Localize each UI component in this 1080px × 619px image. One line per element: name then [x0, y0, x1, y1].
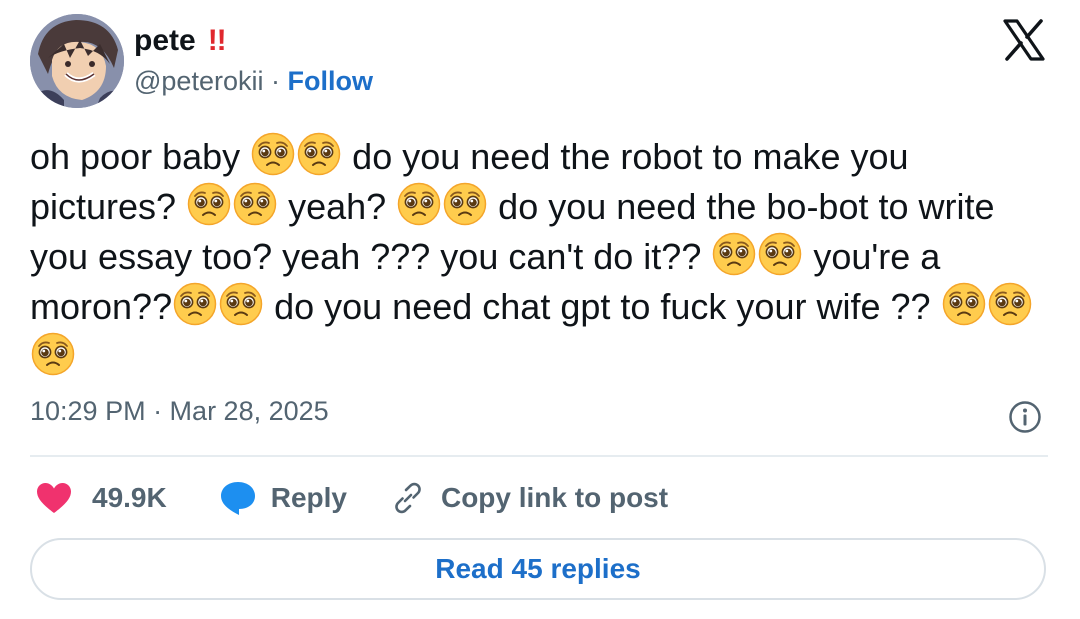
speech-bubble-icon [219, 480, 257, 516]
tweet-text-segment: yeah? [278, 186, 397, 227]
pleading-face-icon [942, 282, 986, 326]
pleading-face-icon [219, 282, 263, 326]
follow-button[interactable]: Follow [287, 66, 372, 96]
tweet-text: oh poor baby do you need the robot to ma… [30, 132, 1060, 382]
pleading-face-icon [443, 182, 487, 226]
display-name[interactable]: pete [134, 24, 196, 58]
action-bar: 49.9K Reply Copy link to post [36, 476, 668, 520]
heart-icon [36, 482, 72, 514]
tweet-text-segment: oh poor baby [30, 136, 251, 177]
pleading-face-icon [31, 332, 75, 376]
like-button[interactable]: 49.9K [36, 482, 167, 514]
pleading-face-icon [712, 232, 756, 276]
pleading-face-icon [187, 182, 231, 226]
handle[interactable]: @peterokii [134, 66, 263, 96]
handle-row: @peterokii · Follow [134, 66, 373, 97]
timestamp[interactable]: 10:29 PM · Mar 28, 2025 [30, 396, 329, 427]
handle-separator: · [263, 66, 288, 96]
divider [30, 455, 1048, 457]
tweet-text-segment: do you need chat gpt to fuck your wife ?… [264, 286, 941, 327]
copy-link-label: Copy link to post [440, 482, 669, 513]
badge-double-exclamation: !! [207, 24, 227, 57]
info-icon[interactable] [1008, 400, 1042, 434]
pleading-face-icon [233, 182, 277, 226]
pleading-face-icon [251, 132, 295, 176]
read-replies-label: Read 45 replies [435, 553, 641, 584]
pleading-face-icon [988, 282, 1032, 326]
name-row: pete !! [134, 24, 227, 58]
read-replies-button[interactable]: Read 45 replies [30, 538, 1046, 600]
pleading-face-icon [297, 132, 341, 176]
pleading-face-icon [758, 232, 802, 276]
tweet-header: pete !! @peterokii · Follow [30, 14, 1050, 114]
x-logo-icon[interactable] [1002, 18, 1046, 62]
pleading-face-icon [397, 182, 441, 226]
reply-button[interactable]: Reply [219, 480, 347, 516]
link-icon [391, 481, 425, 515]
reply-label: Reply [270, 482, 347, 513]
like-count: 49.9K [92, 482, 167, 513]
avatar[interactable] [30, 14, 124, 108]
pleading-face-icon [173, 282, 217, 326]
copy-link-button[interactable]: Copy link to post [391, 481, 668, 515]
